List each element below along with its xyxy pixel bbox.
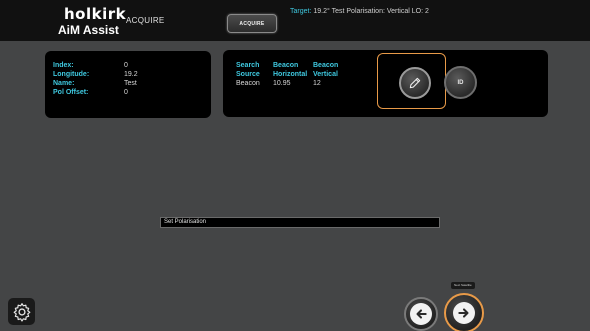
beacon-freq-vertical: 12 <box>313 80 321 87</box>
beacon-pol-horizontal: Horizontal <box>273 71 308 78</box>
app-logo: holkirk AiM Assist <box>58 5 126 39</box>
mode-label: ACQUIRE <box>126 16 165 25</box>
settings-button[interactable] <box>8 298 35 325</box>
previous-button[interactable] <box>404 297 438 331</box>
gear-icon <box>13 302 30 322</box>
status-bar: Set Polarisation <box>160 217 440 228</box>
beacon-pol-vertical: Vertical <box>313 71 338 78</box>
beacon-header-h: Beacon <box>273 62 299 69</box>
beacon-label-source: Source <box>236 71 260 78</box>
next-arrow-circle <box>453 302 475 324</box>
logo-brand: holkirk <box>64 5 127 23</box>
acquire-button[interactable]: ACQUIRE <box>227 14 277 33</box>
info-value: Test <box>124 80 137 87</box>
next-button[interactable] <box>444 293 484 331</box>
logo-product: AiM Assist <box>58 23 119 37</box>
edit-button[interactable] <box>399 67 431 99</box>
info-key: Pol Offset: <box>53 89 89 96</box>
beacon-header-v: Beacon <box>313 62 339 69</box>
prev-arrow-circle <box>410 303 432 325</box>
pencil-icon <box>409 77 421 89</box>
beacon-label-search: Search <box>236 62 260 69</box>
info-key: Index: <box>53 62 74 69</box>
beacon-freq-horizontal: 10.95 <box>273 80 291 87</box>
id-button[interactable]: ID <box>444 66 477 99</box>
top-bar: holkirk AiM Assist ACQUIRE ACQUIRE Targe… <box>0 0 590 41</box>
arrow-left-icon <box>416 309 427 319</box>
info-key: Longitude: <box>53 71 90 78</box>
next-tooltip: Next Satellite <box>451 282 475 289</box>
info-value: 19.2 <box>124 71 138 78</box>
info-value: 0 <box>124 89 128 96</box>
info-value: 0 <box>124 62 128 69</box>
target-info: Target: 19.2° Test Polarisation: Vertica… <box>290 8 429 15</box>
satellite-info-panel: Index: 0 Longitude: 19.2 Name: Test Pol … <box>45 51 211 118</box>
target-value: 19.2° Test Polarisation: Vertical LO: 2 <box>313 8 429 15</box>
beacon-label-beacon: Beacon <box>236 80 260 87</box>
info-key: Name: <box>53 80 75 87</box>
target-key: Target: <box>290 8 312 15</box>
status-text: Set Polarisation <box>164 219 207 225</box>
arrow-right-icon <box>458 308 469 318</box>
